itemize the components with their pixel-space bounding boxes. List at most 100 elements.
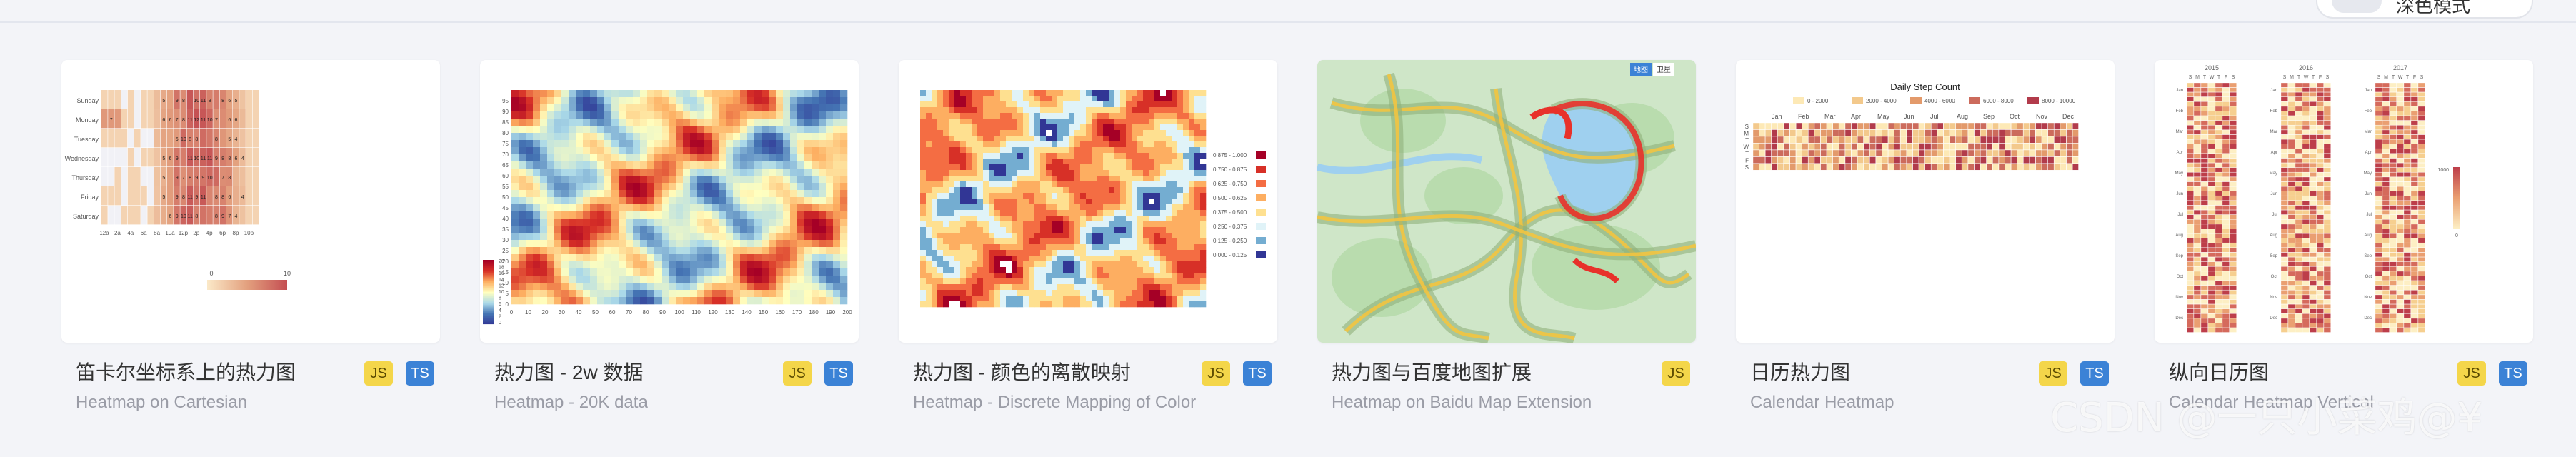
heat-cell	[547, 254, 555, 262]
heat-cell	[949, 210, 955, 216]
js-badge[interactable]: JS	[1202, 361, 1230, 386]
heat-cell	[726, 140, 734, 148]
example-card[interactable]: Daily Step Count 0 - 2000 2000 - 4000 4000 …	[1736, 60, 2115, 343]
heat-cell	[920, 187, 927, 194]
heat-cell	[726, 276, 734, 283]
chart-thumbnail[interactable]: 地图 卫星	[1317, 60, 1696, 343]
heat-cell	[246, 148, 252, 167]
calendar-day-cell	[2207, 318, 2215, 323]
card-title[interactable]: 日历热力图	[1750, 357, 1850, 386]
ts-badge[interactable]: TS	[1243, 361, 1272, 386]
js-badge[interactable]: JS	[1662, 361, 1690, 386]
chart-thumbnail[interactable]: Sunday Monday Tuesday Wednesday Thursday Frid…	[61, 60, 440, 343]
heat-cell	[1063, 210, 1069, 216]
heat-cell	[926, 221, 932, 228]
heat-cell	[994, 107, 1001, 114]
visual-map-segment	[483, 277, 494, 278]
calendar-day-cell	[1931, 149, 1937, 157]
example-card[interactable]: Sunday Monday Tuesday Wednesday Thursday Frid…	[61, 60, 440, 343]
heat-cell	[683, 290, 691, 298]
ts-badge[interactable]: TS	[824, 361, 853, 386]
calendar-day-cell	[2287, 196, 2295, 201]
heat-cell	[160, 129, 167, 148]
heat-cell	[1160, 256, 1167, 262]
js-badge[interactable]: JS	[364, 361, 393, 386]
calendar-day-cell	[2215, 219, 2222, 224]
calendar-day-cell	[2302, 87, 2310, 93]
toggle-switch[interactable]	[2332, 0, 2382, 13]
heat-cell	[1154, 250, 1161, 256]
heat-cell	[983, 113, 989, 119]
visual-map-segment	[483, 267, 494, 269]
heat-cell	[1080, 199, 1087, 205]
heat-cell	[519, 197, 526, 205]
chart-thumbnail[interactable]: 0 5 10 15 20 25 30 35 40 45 50 55 60 65 70 75 80 85 90 95 0 1…	[480, 60, 859, 343]
heat-cell	[1034, 119, 1041, 125]
calendar-day-cell	[2035, 156, 2042, 164]
heat-cell	[697, 90, 705, 98]
chart-thumbnail[interactable]: 2015 S M T W T F S Jan Feb Mar Apr May Jun Jul Aug Sep Oc…	[2155, 60, 2533, 343]
calendar-day-cell	[1832, 149, 1839, 157]
heat-cell	[583, 169, 591, 176]
heat-cell	[966, 170, 972, 176]
heat-cell	[826, 211, 834, 219]
ts-badge[interactable]: TS	[2080, 361, 2109, 386]
heat-cell	[576, 90, 584, 98]
heat-cell	[949, 96, 955, 102]
heat-cell	[611, 126, 619, 134]
heat-cell	[547, 261, 555, 269]
example-card[interactable]: 2015 S M T W T F S Jan Feb Mar Apr May Jun Jul Aug Sep Oc…	[2155, 60, 2533, 343]
ts-badge[interactable]: TS	[406, 361, 434, 386]
heat-cell	[726, 111, 734, 119]
chart-thumbnail[interactable]: 0.875 - 1.000 0.750 - 0.875 0.625 - 0.750 0…	[899, 60, 1277, 343]
heat-cell	[1080, 216, 1087, 222]
month-label: Nov	[2036, 113, 2048, 120]
heat-cell	[1143, 261, 1149, 268]
heat-cell	[776, 176, 784, 184]
card-title[interactable]: 笛卡尔坐标系上的热力图	[76, 357, 296, 386]
heat-cell	[719, 140, 727, 148]
card-title[interactable]: 热力图 - 2w 数据	[494, 357, 643, 386]
calendar-day-cell	[2302, 233, 2310, 238]
heat-cell	[920, 113, 927, 119]
heat-cell	[1046, 256, 1052, 262]
heat-cell	[1086, 107, 1092, 114]
example-card[interactable]: 地图 卫星	[1317, 60, 1696, 343]
heat-cell	[783, 176, 791, 184]
heat-cell	[576, 268, 584, 276]
chart-thumbnail[interactable]: Daily Step Count 0 - 2000 2000 - 4000 4000 …	[1736, 60, 2115, 343]
heat-cell	[762, 140, 769, 148]
calendar-day-cell	[2302, 266, 2310, 271]
heat-cell	[1189, 199, 1195, 205]
heat-cell	[1137, 273, 1144, 279]
heat-cell	[1137, 267, 1144, 273]
weekday-label: S	[1745, 164, 1749, 171]
calendar-day-cell	[1808, 129, 1814, 136]
js-badge[interactable]: JS	[783, 361, 812, 386]
card-title[interactable]: 热力图 - 颜色的离散映射	[913, 357, 1131, 386]
example-card[interactable]: 0 5 10 15 20 25 30 35 40 45 50 55 60 65 70 75 80 85 90 95 0 1…	[480, 60, 859, 343]
calendar-day-cell	[2005, 163, 2012, 171]
cell-value: 9	[215, 156, 218, 161]
calendar-day-cell	[2186, 243, 2194, 248]
heat-cell	[1183, 193, 1189, 199]
calendar-day-cell	[2287, 228, 2295, 234]
heat-cell	[1046, 227, 1052, 233]
heat-cell	[1017, 187, 1024, 194]
heat-cell	[1017, 204, 1024, 211]
example-card[interactable]: 0.875 - 1.000 0.750 - 0.875 0.625 - 0.750 0…	[899, 60, 1277, 343]
dark-mode-toggle[interactable]: 深色模式	[2316, 0, 2533, 19]
heat-cell	[1114, 130, 1121, 136]
card-title[interactable]: 热力图与百度地图扩展	[1332, 357, 1532, 386]
cell-value: 4	[235, 137, 238, 142]
heat-cell	[1040, 273, 1047, 279]
calendar-day-cell	[2287, 238, 2295, 243]
calendar-day-cell	[1783, 143, 1790, 150]
heat-cell	[1012, 193, 1018, 199]
heat-cell	[797, 254, 805, 262]
calendar-day-cell	[2316, 233, 2324, 238]
heat-cell	[926, 90, 932, 96]
heat-cell	[611, 111, 619, 119]
js-badge[interactable]: JS	[2039, 361, 2067, 386]
calendar-day-cell	[1919, 122, 1925, 130]
